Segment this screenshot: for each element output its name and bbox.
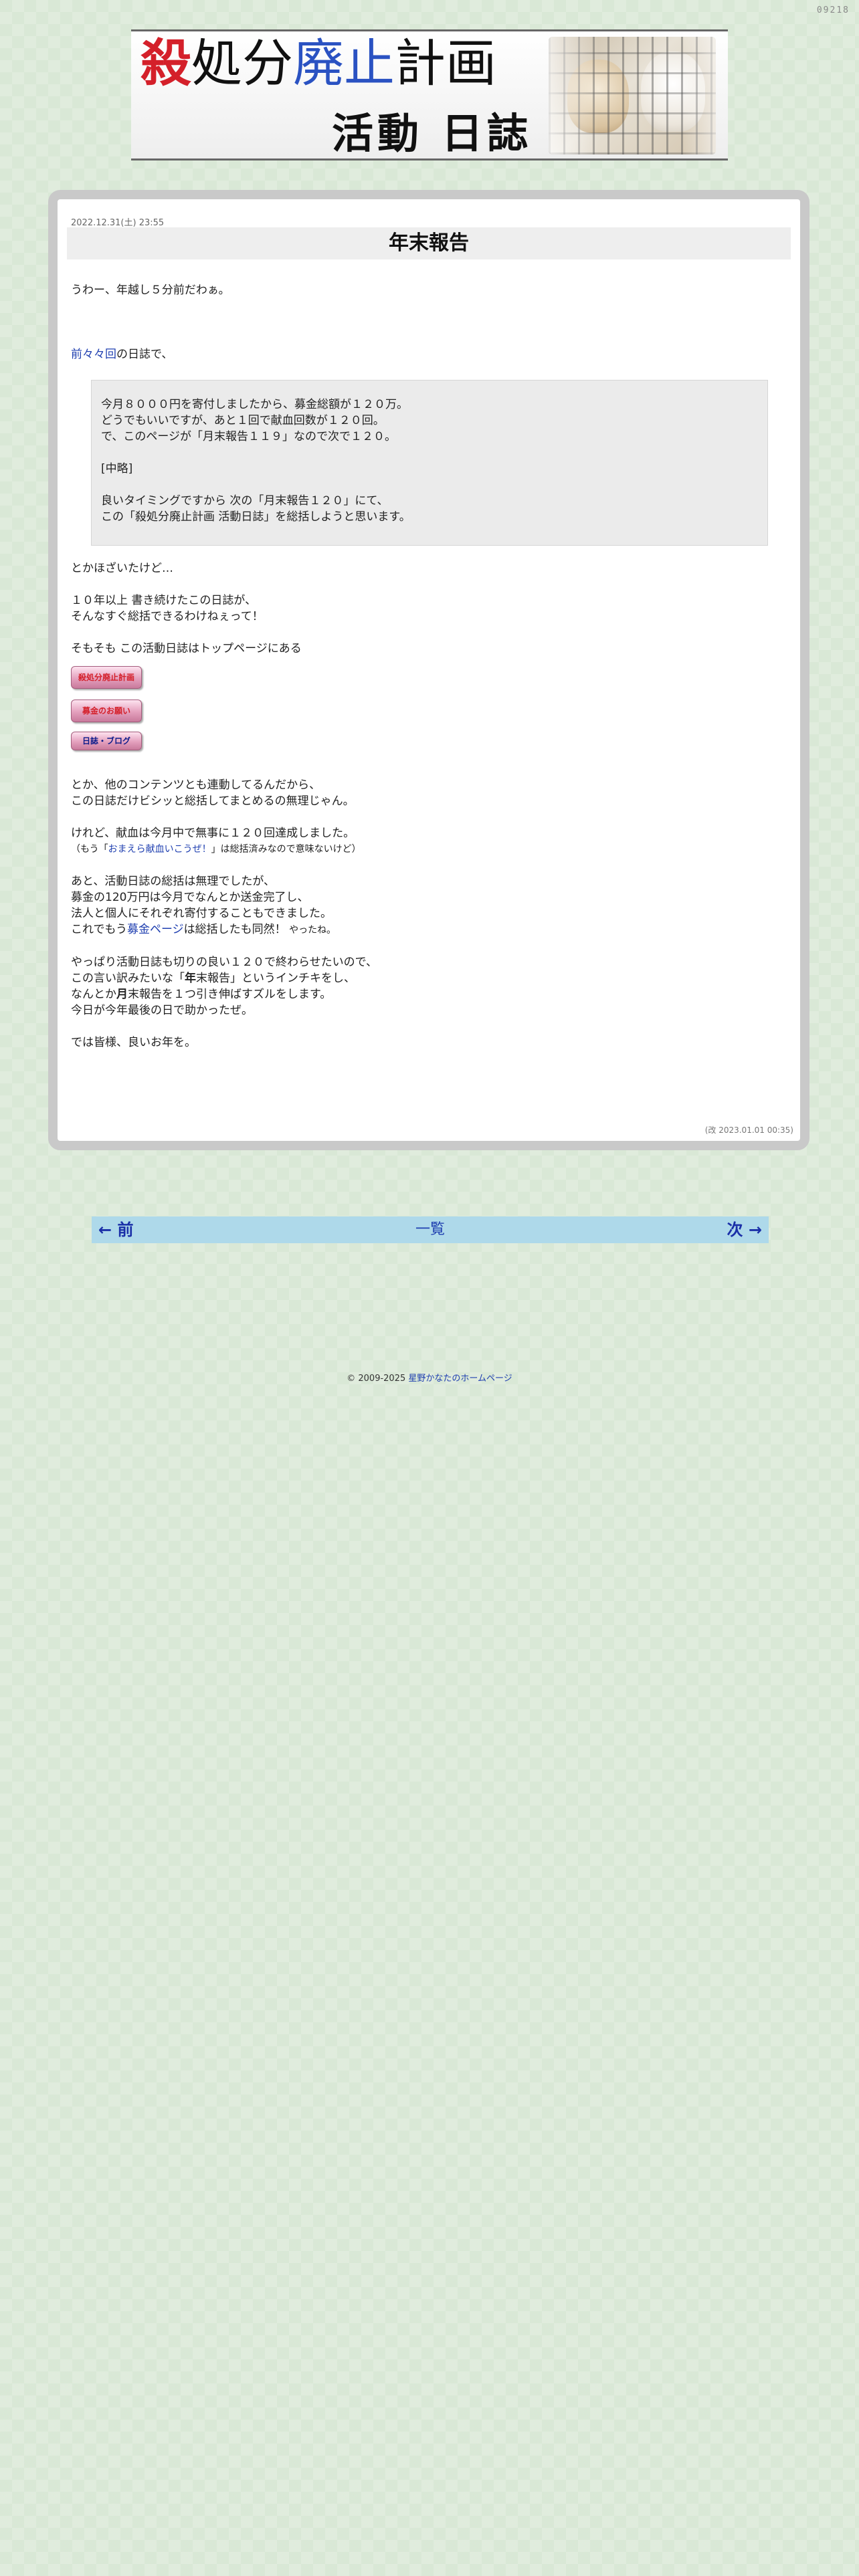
blood-note-pre: （もう「 [71,844,108,855]
paragraph-toppage: そもそも この活動日誌はトップページにある [71,642,302,655]
quote-line-6: この「殺処分廃止計画 活動日誌」を総括しようと思います。 [101,510,411,524]
site-banner[interactable]: 殺処分廃止計画 活動 日誌 [131,29,728,160]
banner-title-disposal: 処分 [191,33,293,93]
abolition-plan-label: 殺処分廃止計画 [78,673,134,682]
next-entry-link[interactable]: 次 → [727,1216,762,1243]
post-title: 年末報告 [67,227,791,259]
post-body-lower: とか、他のコンテンツとも連動してるんだから、 この日誌だけビシッと総括してまとめ… [71,777,780,1051]
post-body-middle: とかほざいたけど… １０年以上 書き続けたこの日誌が、 そんなすぐ総括できるわけ… [71,560,780,657]
paragraph-donation-1: あと、活動日誌の総括は無理でしたが、 [71,875,275,888]
post-date: 2022.12.31(土) 23:55 [71,218,165,228]
list-link[interactable]: 一覧 [92,1216,769,1243]
paragraph-bragged: とかほざいたけど… [71,562,173,575]
footer: © 2009-2025 星野かなたのホームページ [0,1371,859,1384]
paragraph-linked-1: とか、他のコンテンツとも連動してるんだから、 [71,778,321,792]
banner-title-abolish: 廃止 [293,33,395,93]
prev-prev-prev-link[interactable]: 前々々回 [71,348,116,361]
paragraph-donation-3: 法人と個人にそれぞれ寄付することもできました。 [71,907,332,920]
post-body-ref: 前々々回の日誌で、 [71,346,780,362]
edited-timestamp: (改 2023.01.01 00:35) [704,1125,793,1135]
banner-title-plan: 計画 [395,33,496,93]
quote-block: 今月８０００円を寄付しましたから、募金総額が１２０万。 どうでもいいですが、あと… [91,380,768,546]
banner-dog-photo [549,37,716,154]
post-body: うわー、年越し５分前だわぁ。 [71,282,780,298]
diary-blog-label: 日誌・ブログ [82,736,130,746]
diary-entry-card: 2022.12.31(土) 23:55 年末報告 うわー、年越し５分前だわぁ。 … [48,190,809,1150]
banner-title: 殺処分廃止計画 [140,38,496,89]
paragraph-cheat-1: やっぱり活動日誌も切りの良い１２０で終わらせたいので、 [71,956,377,969]
prev-entry-link[interactable]: ← 前 [98,1216,133,1243]
cheat3-pre: なんとか [71,988,116,1001]
quote-line-3: で、このページが「月末報告１１９」なので次で１２０。 [101,430,396,443]
pager: 一覧 ← 前 次 → [92,1216,769,1243]
donation-request-label: 募金のお願い [82,706,130,716]
paragraph-blood-2: （もう「おまえら献血いこうぜ！」は総括済みなので意味ないけど） [71,841,780,857]
quote-line-omitted: [中略] [101,462,133,475]
cheat3-post: 末報告を１つ引き伸ばすズルをします。 [128,988,332,1001]
donation-mid: は総括したも同然！ [183,923,286,936]
donation-yay: やったね。 [286,925,337,936]
cheat2-bold-year: 年 [185,972,196,985]
diary-blog-button[interactable]: 日誌・ブログ [71,732,142,750]
abolition-plan-button[interactable]: 殺処分廃止計画 [71,666,142,689]
donation-request-button[interactable]: 募金のお願い [71,700,142,722]
paragraph-donation-2: 募金の120万円は今月でなんとか送金完了し、 [71,891,309,904]
quote-line-1: 今月８０００円を寄付しましたから、募金総額が１２０万。 [101,398,408,411]
blood-donation-link[interactable]: おまえら献血いこうぜ！ [108,844,211,855]
paragraph-blood-1: けれど、献血は今月中で無事に１２０回達成しました。 [71,827,355,840]
paragraph-ten-years-2: そんなすぐ総括できるわけねぇって！ [71,610,264,623]
donation-pre: これでもう [71,923,127,936]
list-label: 一覧 [415,1221,445,1238]
ref-suffix: の日誌で、 [116,348,173,361]
photo-fade [549,37,716,154]
cheat2-post: 末報告」というインチキをし、 [196,972,355,985]
paragraph-linked-2: この日誌だけビシッと総括してまとめるの無理じゃん。 [71,794,355,808]
paragraph-intro: うわー、年越し５分前だわぁ。 [71,284,230,297]
paragraph-donation-4: これでもう募金ページは総括したも同然！ やったね。 [71,922,780,938]
paragraph-cheat-4: 今日が今年最後の日で助かったぜ。 [71,1004,253,1017]
homepage-link[interactable]: 星野かなたのホームページ [408,1374,512,1384]
access-counter: 09218 [816,5,850,15]
blood-note-post: 」は総括済みなので意味ないけど） [211,844,361,855]
paragraph-cheat-3: なんとか月末報告を１つ引き伸ばすズルをします。 [71,986,780,1002]
cheat3-bold-month: 月 [116,988,128,1001]
cheat2-pre: この言い訳みたいな「 [71,972,185,985]
donation-page-link[interactable]: 募金ページ [127,923,184,936]
copyright-text: © 2009-2025 [347,1374,409,1384]
paragraph-new-year: では皆様、良いお年を。 [71,1036,196,1049]
quote-line-2: どうでもいいですが、あと１回で献血回数が１２０回。 [101,414,385,427]
banner-subtitle: 活動 日誌 [332,109,533,158]
paragraph-cheat-2: この言い訳みたいな「年末報告」というインチキをし、 [71,970,780,986]
quote-line-5: 良いタイミングですから 次の「月末報告１２０」にて、 [101,494,389,508]
paragraph-ten-years-1: １０年以上 書き続けたこの日誌が、 [71,594,257,607]
banner-title-kill: 殺 [140,33,191,93]
